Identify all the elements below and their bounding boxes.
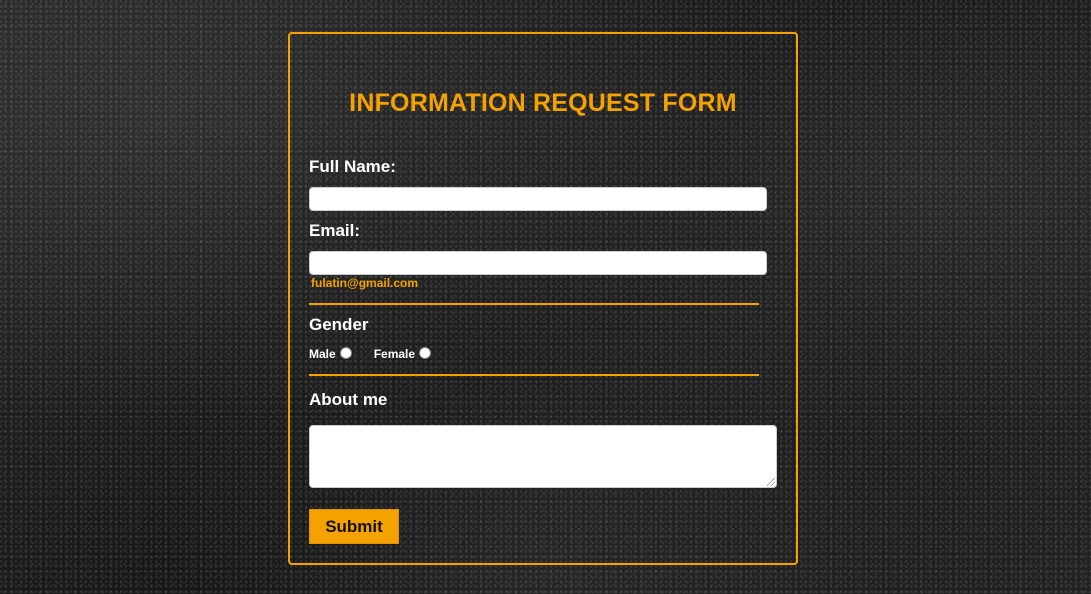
gender-radio-group: Male Female [309,346,453,361]
form-title: INFORMATION REQUEST FORM [349,89,737,117]
gender-option-male-label: Male [309,347,336,361]
divider-top [309,303,759,305]
information-request-form: INFORMATION REQUEST FORM Full Name: Emai… [288,32,798,565]
about-me-label: About me [309,390,388,409]
gender-label: Gender [309,315,369,334]
gender-female-radio[interactable] [419,346,432,359]
gender-option-male[interactable]: Male [309,346,352,361]
submit-button[interactable]: Submit [309,509,399,544]
gender-option-female-label: Female [373,347,416,361]
gender-male-radio[interactable] [339,346,352,359]
email-hint: fulatin@gmail.com [311,276,419,290]
about-me-textarea[interactable] [309,425,777,488]
resize-grip-icon[interactable] [767,478,775,486]
gender-option-female[interactable]: Female [373,346,432,361]
full-name-label: Full Name: [309,157,396,176]
email-label: Email: [309,221,361,240]
full-name-input[interactable] [309,187,767,211]
email-input[interactable] [309,251,767,275]
divider-bottom [309,374,759,376]
